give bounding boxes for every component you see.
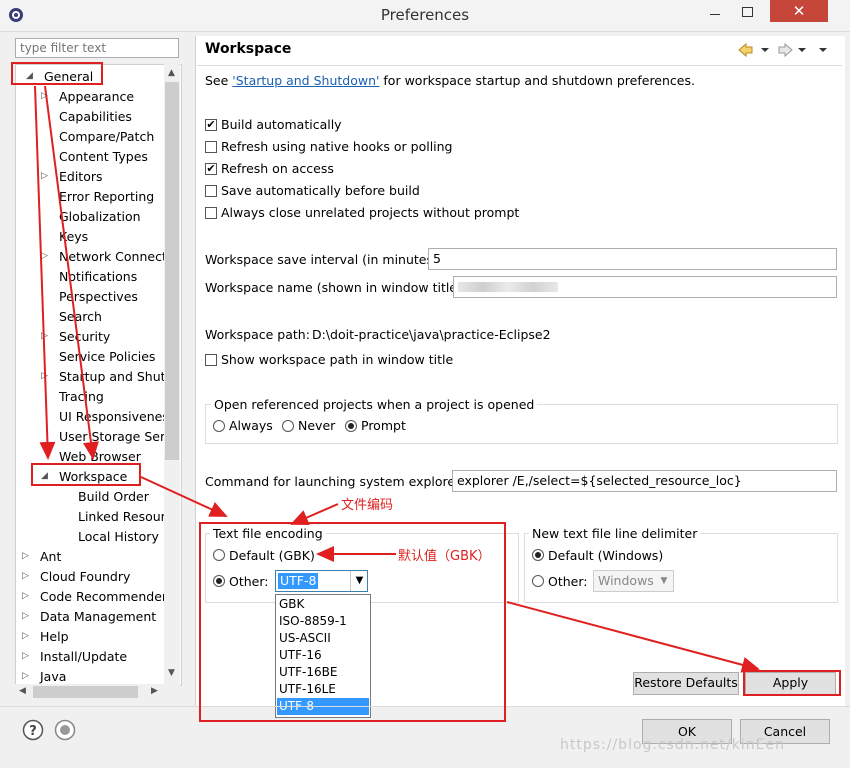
arrow-file-encoding <box>290 503 339 525</box>
arrow-general-to-workspace <box>34 85 56 460</box>
option-checkbox[interactable]: ✔ <box>205 119 217 131</box>
option-checkbox[interactable] <box>205 141 217 153</box>
watermark: https://blog.csdn.net/kinEen <box>560 737 785 753</box>
option-label: Refresh using native hooks or polling <box>221 139 453 154</box>
option-checkbox[interactable] <box>205 185 217 197</box>
arrow-general-to-workspace-2 <box>44 85 99 460</box>
annotation-arrows <box>34 85 760 673</box>
arrow-workspace-to-encoding <box>140 476 228 517</box>
option-label: Save automatically before build <box>221 183 420 198</box>
option-label: Build automatically <box>221 117 342 132</box>
option-label: Refresh on access <box>221 161 334 176</box>
arrow-to-apply <box>506 601 760 673</box>
option-checkbox[interactable] <box>205 207 217 219</box>
option-label: Always close unrelated projects without … <box>221 205 520 220</box>
option-checkbox[interactable]: ✔ <box>205 163 217 175</box>
